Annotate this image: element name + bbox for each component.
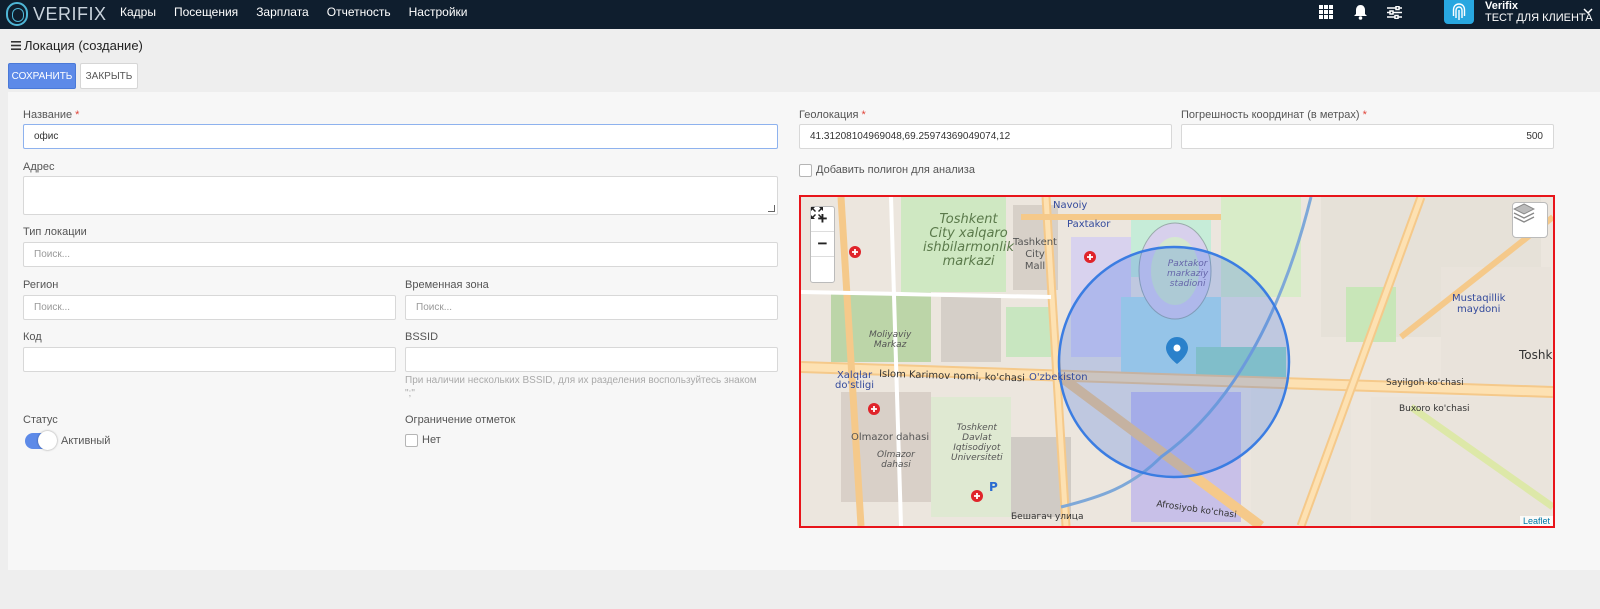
fingerprint-logo-icon [6,2,28,26]
nav-icons [1316,0,1404,24]
location-type-label: Тип локации [23,226,87,238]
map-label-mustaqillik: Mustaqillik maydoni [1452,293,1506,315]
bell-icon[interactable] [1350,2,1370,22]
map-label-navoiy: Navoiy [1053,200,1088,211]
sliders-icon[interactable] [1384,2,1404,22]
timezone-select[interactable]: Поиск... [405,295,778,320]
map-label-university: Toshkent Davlat Iqtisodiyot Universiteti [951,423,1003,463]
status-value: Активный [61,435,111,447]
geolocation-input[interactable]: 41.31208104969048,69.25974369049074,12 [799,124,1172,149]
nav-item-zarplata[interactable]: Зарплата [247,5,318,19]
user-avatar[interactable] [1444,0,1474,24]
hamburger-icon[interactable] [11,38,21,53]
nav-item-poseshcheniya[interactable]: Посещения [165,5,247,19]
accuracy-input[interactable]: 500 [1181,124,1554,149]
user-info[interactable]: Verifix ТЕСТ ДЛЯ КЛИЕНТА [1485,0,1593,24]
location-map[interactable]: Toshkent City xalqaro ishbilarmonlik markaz… [799,195,1555,528]
leaflet-attribution[interactable]: Leaflet [1519,516,1553,526]
page-title: Локация (создание) [11,38,143,53]
bssid-input[interactable] [405,347,778,372]
logo-text: VERIFIX [33,3,107,24]
map-label-mall: Tashkent City Mall [1013,237,1057,272]
geolocation-label: Геолокация * [799,109,866,121]
zoom-controls: + − [810,206,835,283]
grid-icon[interactable] [1316,2,1336,22]
map-label-xalqlar: Xalqlar do'stligi [835,370,875,391]
map-label-beshagach: Бешагач улица [1011,512,1084,522]
code-input[interactable] [23,347,396,372]
close-button[interactable]: ЗАКРЫТЬ [80,63,138,89]
restriction-value: Нет [422,434,441,446]
resize-handle-icon[interactable] [768,205,775,212]
address-label: Адрес [23,161,55,173]
nav-item-kadry[interactable]: Кадры [111,5,165,19]
restriction-label: Ограничение отметок [405,414,516,426]
user-company: ТЕСТ ДЛЯ КЛИЕНТА [1485,12,1593,24]
map-label-business-center: Toshkent City xalqaro ishbilarmonlik markaz… [923,212,1015,269]
map-label-paxtakor: Paxtakor [1067,219,1111,230]
status-label: Статус [23,414,58,426]
polygon-checkbox[interactable] [799,164,812,177]
page-title-text: Локация (создание) [24,38,143,53]
bssid-hint-line-2: ";" [405,388,415,399]
top-navbar: VERIFIX Кадры Посещения Зарплата Отчетно… [0,0,1600,29]
map-label-olmazor: Olmazor dahasi [851,432,930,443]
chevron-down-icon[interactable] [1583,6,1593,18]
map-label-sayilgoh: Sayilgoh ko'chasi [1386,378,1464,388]
map-label-stadium: Paxtakor markaziy stadioni [1167,259,1209,289]
address-textarea[interactable] [23,176,778,215]
map-label-moliyaviy: Moliyaviy Markaz [869,330,912,350]
app-logo[interactable]: VERIFIX [6,2,107,26]
name-label: Название * [23,109,80,121]
layers-icon[interactable] [1512,202,1548,238]
fullscreen-icon[interactable] [811,207,834,282]
restriction-checkbox[interactable] [405,434,418,447]
map-label-olmazor-2: Olmazor dahasi [877,450,915,470]
timezone-label: Временная зона [405,279,489,291]
map-label-toshk: Toshk [1519,348,1553,362]
code-label: Код [23,331,42,343]
main-menu: Кадры Посещения Зарплата Отчетность Наст… [111,0,476,24]
nav-item-otchetnost[interactable]: Отчетность [318,5,400,19]
name-input[interactable]: офис [23,124,778,149]
user-name: Verifix [1485,0,1519,12]
region-label: Регион [23,279,59,291]
parking-icon: P [989,480,998,494]
bssid-label: BSSID [405,331,439,343]
save-button[interactable]: СОХРАНИТЬ [8,63,76,89]
region-select[interactable]: Поиск... [23,295,396,320]
bssid-hint-line-1: При наличии нескольких BSSID, для их раз… [405,375,757,386]
status-toggle[interactable] [25,431,57,450]
location-type-select[interactable]: Поиск... [23,242,778,267]
map-tiles [801,197,1553,526]
polygon-label: Добавить полигон для анализа [816,164,975,176]
zoom-out-button[interactable]: − [811,232,834,257]
map-label-buxoro: Buxoro ko'chasi [1399,404,1470,414]
map-label-ozbekiston: O'zbekiston [1029,372,1088,383]
nav-item-nastroyki[interactable]: Настройки [400,5,477,19]
toggle-knob [38,431,57,450]
accuracy-label: Погрешность координат (в метрах) * [1181,109,1367,121]
